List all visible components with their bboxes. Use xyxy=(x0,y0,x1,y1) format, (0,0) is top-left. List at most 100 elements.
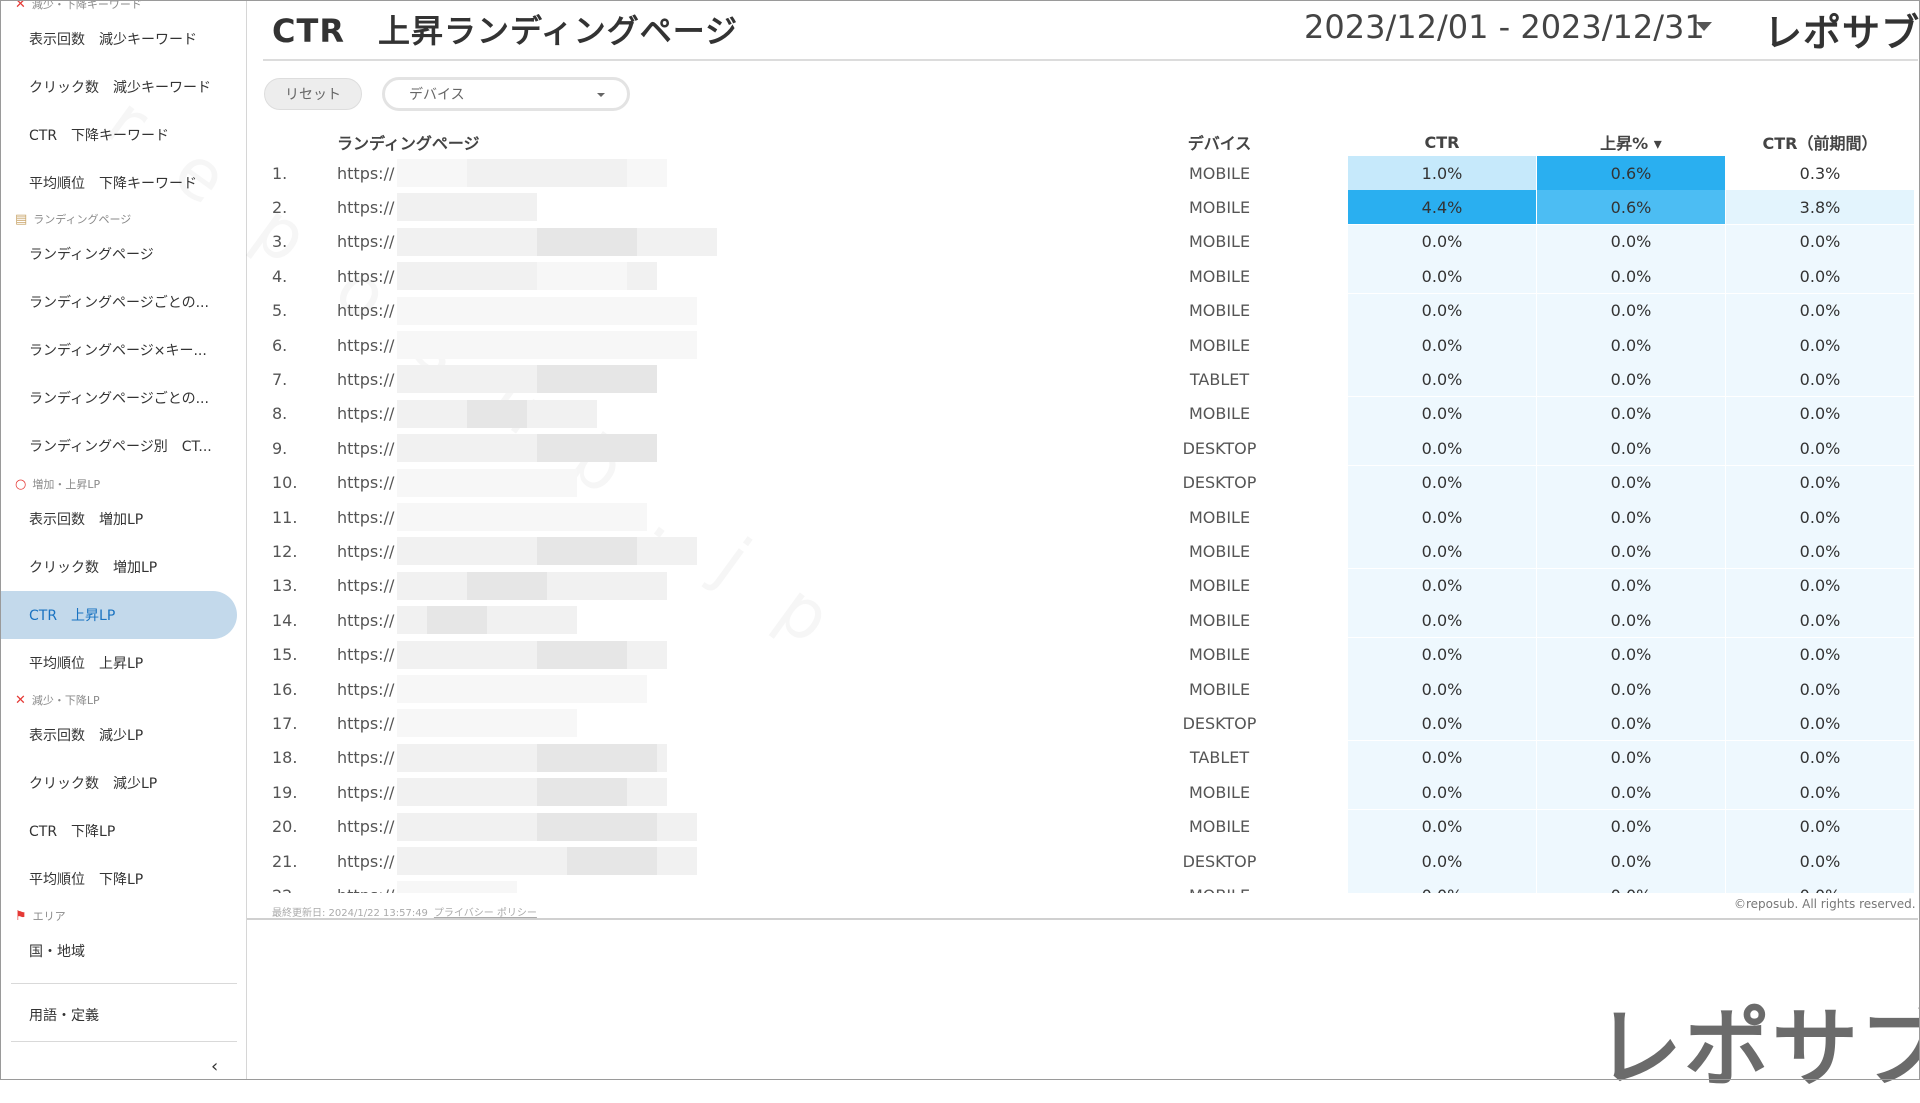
sidebar-item-landing-page-per[interactable]: ランディングページごとの... xyxy=(1,278,237,326)
up-pct-cell: 0.0% xyxy=(1537,362,1725,397)
content-divider xyxy=(247,918,1918,920)
cross-icon: ✕ xyxy=(15,0,26,12)
sidebar-item-clicks-decrease-keywords[interactable]: クリック数 減少キーワード xyxy=(1,63,237,111)
device-cell: DESKTOP xyxy=(1182,473,1257,493)
sidebar-item-ctr-decline-keywords[interactable]: CTR 下降キーワード xyxy=(1,111,237,159)
table-row[interactable]: 1. https:// MOBILE 1.0% 0.6% 0.3% xyxy=(262,156,1914,190)
sidebar-item-impressions-decrease-lp[interactable]: 表示回数 減少LP xyxy=(1,711,237,759)
redacted-url-block xyxy=(537,227,637,256)
row-number: 16. xyxy=(272,679,298,699)
ctr-cell: 0.0% xyxy=(1348,431,1536,466)
landing-page-url: https:// xyxy=(337,335,395,355)
redacted-url-block xyxy=(537,262,627,291)
up-pct-cell: 0.6% xyxy=(1537,156,1725,190)
sidebar-item-ctr-increase-lp[interactable]: CTR 上昇LP xyxy=(1,591,237,639)
sidebar-divider xyxy=(11,1041,237,1042)
column-header-ctr[interactable]: CTR xyxy=(1348,128,1536,156)
ctr-cell: 0.0% xyxy=(1348,396,1536,431)
collapse-sidebar-button[interactable]: ‹ xyxy=(211,1056,218,1077)
table-row[interactable]: 10. https://DESKTOP 0.0% 0.0% 0.0% xyxy=(262,465,1914,500)
date-range-picker[interactable]: 2023/12/01 - 2023/12/31 xyxy=(1304,8,1705,46)
table-row[interactable]: 16. https://MOBILE 0.0% 0.0% 0.0% xyxy=(262,672,1914,706)
table-row[interactable]: 22.https://MOBILE0.0%0.0%0.0% xyxy=(262,878,1914,893)
device-cell: MOBILE xyxy=(1188,782,1251,802)
table-row[interactable]: 5. https://MOBILE 0.0% 0.0% 0.0% xyxy=(262,293,1914,328)
sidebar-item-avg-rank-increase-lp[interactable]: 平均順位 上昇LP xyxy=(1,639,237,687)
sidebar-item-clicks-increase-lp[interactable]: クリック数 増加LP xyxy=(1,543,237,591)
table-row[interactable]: 7. https://TABLET 0.0% 0.0% 0.0% xyxy=(262,362,1914,397)
landing-page-url: https:// xyxy=(337,748,395,768)
sidebar-item-country-region[interactable]: 国・地域 xyxy=(1,927,237,975)
table-row[interactable]: 13. https://MOBILE 0.0% 0.0% 0.0% xyxy=(262,568,1914,603)
device-cell: MOBILE xyxy=(1188,301,1251,321)
sidebar-item-avg-rank-decline-lp[interactable]: 平均順位 下降LP xyxy=(1,855,237,903)
table-row[interactable]: 21. https://DESKTOP 0.0% 0.0% 0.0% xyxy=(262,844,1914,878)
table-row[interactable]: 8. https://MOBILE 0.0% 0.0% 0.0% xyxy=(262,396,1914,431)
ctr-prev-cell: 3.8% xyxy=(1726,190,1914,225)
up-pct-cell: 0.0% xyxy=(1537,809,1725,844)
ctr-cell: 4.4% xyxy=(1348,190,1536,225)
scroll-icon: ▤ xyxy=(15,211,28,227)
device-cell: MOBILE xyxy=(1188,610,1251,630)
table-row[interactable]: 2. https:// MOBILE 4.4% 0.6% 3.8% xyxy=(262,190,1914,225)
sidebar-item-avg-rank-decline-keywords[interactable]: 平均順位 下降キーワード xyxy=(1,159,237,207)
column-header-up-pct[interactable]: 上昇% ▾ xyxy=(1537,128,1725,156)
column-header-device[interactable]: デバイス xyxy=(1142,128,1297,156)
table-row[interactable]: 15. https://MOBILE 0.0% 0.0% 0.0% xyxy=(262,637,1914,672)
sidebar-item-glossary[interactable]: 用語・定義 xyxy=(1,991,237,1039)
table-row[interactable]: 3. https://MOBILE 0.0% 0.0% 0.0% xyxy=(262,224,1914,259)
column-header-ctr-prev[interactable]: CTR（前期間） xyxy=(1726,128,1914,156)
table-row[interactable]: 17. https://DESKTOP 0.0% 0.0% 0.0% xyxy=(262,706,1914,741)
ctr-prev-cell: 0.0% xyxy=(1726,568,1914,603)
dropdown-caret-icon xyxy=(597,93,605,97)
table-row[interactable]: 6. https://MOBILE 0.0% 0.0% 0.0% xyxy=(262,328,1914,362)
landing-page-url: https:// xyxy=(337,301,395,321)
ctr-cell: 0.0% xyxy=(1348,500,1536,534)
table-row[interactable]: 4. https://MOBILE 0.0% 0.0% 0.0% xyxy=(262,259,1914,294)
redacted-url-block xyxy=(397,296,697,325)
device-cell: MOBILE xyxy=(1188,232,1251,252)
column-header-landing-page[interactable]: ランディングページ xyxy=(337,128,480,156)
sidebar-item-landing-page-per-2[interactable]: ランディングページごとの... xyxy=(1,374,237,422)
copyright: ©reposub. All rights reserved. xyxy=(1734,897,1916,911)
table-row[interactable]: 19. https://MOBILE 0.0% 0.0% 0.0% xyxy=(262,775,1914,810)
row-number: 18. xyxy=(272,748,298,768)
up-pct-cell: 0.0% xyxy=(1537,740,1725,775)
redacted-url-block xyxy=(397,675,647,703)
device-cell: MOBILE xyxy=(1188,404,1251,424)
device-cell: MOBILE xyxy=(1188,266,1251,286)
table-row[interactable]: 12. https://MOBILE 0.0% 0.0% 0.0% xyxy=(262,534,1914,569)
sidebar-item-impressions-decrease-keywords[interactable]: 表示回数 減少キーワード xyxy=(1,15,237,63)
ctr-prev-cell: 0.0% xyxy=(1726,362,1914,397)
sidebar-item-landing-page[interactable]: ランディングページ xyxy=(1,230,237,278)
table-row[interactable]: 9. https://DESKTOP 0.0% 0.0% 0.0% xyxy=(262,431,1914,466)
up-pct-cell: 0.0% xyxy=(1537,878,1725,893)
table-row[interactable]: 14. https://MOBILE 0.0% 0.0% 0.0% xyxy=(262,603,1914,638)
up-pct-cell: 0.0% xyxy=(1537,465,1725,500)
device-cell: MOBILE xyxy=(1188,576,1251,596)
up-pct-cell: 0.0% xyxy=(1537,706,1725,741)
sidebar-item-impressions-increase-lp[interactable]: 表示回数 増加LP xyxy=(1,495,237,543)
row-number: 20. xyxy=(272,817,298,837)
ctr-cell: 0.0% xyxy=(1348,878,1536,893)
device-filter-select[interactable]: デバイス xyxy=(382,77,630,111)
table-row[interactable]: 11. https://MOBILE 0.0% 0.0% 0.0% xyxy=(262,500,1914,534)
header-divider xyxy=(263,59,1918,61)
redacted-url-block xyxy=(537,537,637,566)
up-pct-cell: 0.0% xyxy=(1537,500,1725,534)
flag-icon: ⚑ xyxy=(15,908,27,924)
chevron-down-icon[interactable] xyxy=(1696,22,1712,31)
section-area: ⚑ エリア xyxy=(15,908,66,924)
sidebar-item-clicks-decrease-lp[interactable]: クリック数 減少LP xyxy=(1,759,237,807)
landing-page-url: https:// xyxy=(337,645,395,665)
sidebar-item-landing-page-ctr[interactable]: ランディングページ別 CT... xyxy=(1,422,237,470)
last-updated: 最終更新日: 2024/1/22 13:57:49 プライバシー ポリシー xyxy=(272,904,537,919)
reset-button[interactable]: リセット xyxy=(264,78,362,110)
table-row[interactable]: 20. https://MOBILE 0.0% 0.0% 0.0% xyxy=(262,809,1914,844)
table-row[interactable]: 18. https://TABLET 0.0% 0.0% 0.0% xyxy=(262,740,1914,775)
sidebar-item-ctr-decline-lp[interactable]: CTR 下降LP xyxy=(1,807,237,855)
sidebar-item-landing-page-keyword[interactable]: ランディングページ×キー... xyxy=(1,326,237,374)
redacted-url-block xyxy=(467,399,527,428)
row-number: 5. xyxy=(272,301,288,321)
page-title: CTR 上昇ランディングページ xyxy=(272,12,739,50)
